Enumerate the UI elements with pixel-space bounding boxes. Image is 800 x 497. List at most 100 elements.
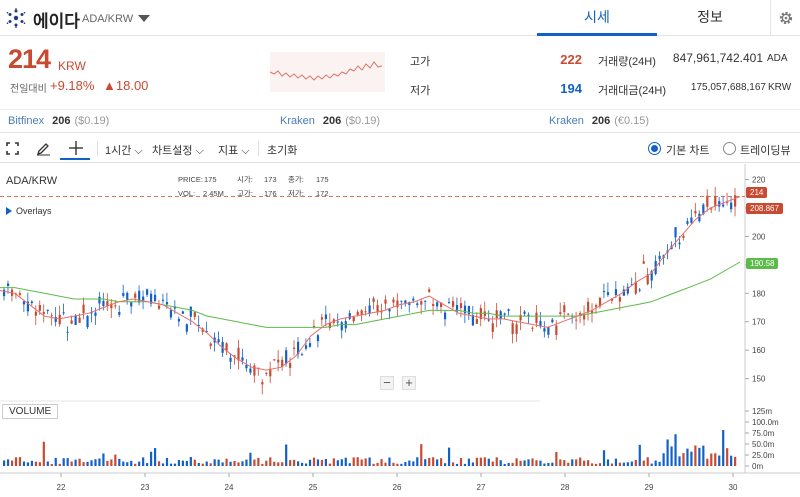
candle-body: [602, 291, 606, 293]
zoom-in-button[interactable]: +: [402, 376, 416, 390]
volume-bar: [571, 459, 574, 466]
volume-bar: [38, 462, 41, 466]
candle-body: [340, 322, 343, 331]
volume-bar: [499, 460, 502, 466]
coin-symbol[interactable]: ADA/KRW: [82, 13, 133, 25]
volume-bar: [50, 463, 53, 466]
volume-bar: [503, 463, 506, 466]
overlays-label: Overlays: [16, 206, 52, 216]
indicators-label: 지표: [218, 145, 239, 157]
basic-chart-radio[interactable]: [648, 142, 661, 155]
volume-bar: [467, 458, 471, 466]
volume-bar: [690, 451, 693, 466]
volume-bar: [169, 463, 173, 466]
time-tick-label: 28: [561, 483, 570, 492]
volume-bar: [300, 462, 304, 466]
candle-body: [22, 301, 26, 305]
volume-bar: [86, 461, 89, 466]
ohlc-low: 172: [316, 189, 329, 198]
volume-unit: ADA: [767, 53, 788, 64]
tradingview-radio[interactable]: [723, 142, 736, 155]
volume-bar: [368, 457, 371, 466]
candle-body: [614, 289, 618, 296]
candle-body: [678, 242, 681, 245]
candle-body: [483, 311, 486, 317]
volume-bar: [114, 454, 117, 466]
volume-bar: [181, 460, 184, 466]
volume-bar: [567, 462, 570, 466]
high-value: 222: [560, 52, 582, 67]
volume-bar: [42, 441, 45, 466]
candle-body: [217, 339, 220, 343]
ohlc-vol-label: VOL:: [178, 189, 195, 198]
fullscreen-icon[interactable]: [6, 142, 19, 155]
coin-name[interactable]: 에이다: [33, 7, 80, 32]
ohlc-vol: 2.45M: [203, 189, 224, 198]
exchange-price: 206: [52, 115, 71, 127]
candle-body: [58, 314, 61, 325]
volume-bar: [62, 458, 65, 466]
candle-body: [416, 303, 419, 306]
volume-bar: [463, 463, 467, 466]
overlays-toggle[interactable]: Overlays: [6, 206, 52, 216]
exchange-item[interactable]: Kraken 206 ($0.19): [280, 115, 380, 127]
basic-chart-label[interactable]: 기본 차트: [666, 142, 710, 158]
candle-body: [130, 302, 133, 307]
volume-bar: [185, 460, 188, 466]
candlesticks: [3, 186, 737, 395]
volume-bar: [14, 457, 18, 466]
volume-bar: [710, 453, 713, 466]
price-chart[interactable]: 150160170180190200210220 125m100.0m75.0m…: [0, 164, 800, 497]
candle-body: [146, 289, 149, 295]
volume-bar: [722, 430, 725, 466]
exchange-item[interactable]: Bitfinex 206 ($0.19): [8, 115, 109, 127]
volume-bar: [730, 455, 733, 466]
candle-body: [606, 292, 610, 295]
candle-body: [245, 365, 248, 369]
candle-body: [30, 301, 34, 304]
volume-bar: [459, 458, 463, 466]
candle-body: [38, 305, 41, 311]
chart-settings-select[interactable]: 차트설정 ⌵: [152, 142, 204, 158]
indicators-select[interactable]: 지표 ⌵: [218, 142, 250, 158]
exchange-item[interactable]: Kraken 206 (€0.15): [549, 115, 649, 127]
candle-body: [161, 299, 165, 301]
volume-bar: [575, 459, 578, 466]
tab-market[interactable]: 시세: [537, 0, 657, 36]
volume-bar: [352, 457, 355, 466]
chevron-down-icon[interactable]: [138, 15, 150, 22]
change-amount: ▲18.00: [103, 78, 149, 93]
ohlc-high-label: 고가:: [237, 189, 253, 198]
volume-bar: [483, 457, 486, 466]
reset-button[interactable]: 초기화: [267, 142, 297, 158]
candle-body: [249, 368, 252, 373]
candle-body: [193, 312, 196, 317]
volume-tick-label: 0m: [752, 462, 763, 471]
interval-label: 1시간: [105, 145, 132, 157]
tab-info[interactable]: 정보: [650, 0, 770, 36]
tradingview-label[interactable]: 트레이딩뷰: [740, 142, 791, 158]
settings-button[interactable]: [770, 0, 800, 36]
ohlc-open-label: 시가:: [237, 175, 253, 184]
pencil-icon[interactable]: [36, 141, 51, 156]
interval-select[interactable]: 1시간 ⌵: [105, 142, 143, 158]
volume-bar: [507, 462, 510, 466]
volume-bars: [3, 430, 737, 466]
candle-body: [459, 303, 463, 309]
volume-bar: [591, 463, 594, 466]
candle-body: [392, 299, 395, 303]
volume-bar: [436, 459, 439, 466]
crosshair-tool[interactable]: [60, 138, 90, 160]
candle-body: [535, 312, 538, 324]
volume-bar: [694, 445, 697, 466]
volume-bar: [126, 462, 129, 466]
candle-body: [575, 319, 578, 321]
zoom-out-button[interactable]: −: [380, 376, 394, 390]
volume-bar: [233, 460, 236, 466]
price-tick-label: 180: [752, 289, 766, 298]
time-tick-label: 30: [729, 483, 738, 492]
candle-body: [372, 298, 375, 302]
volume-bar: [408, 460, 411, 466]
candle-body: [153, 294, 157, 301]
volume-bar: [654, 460, 657, 466]
